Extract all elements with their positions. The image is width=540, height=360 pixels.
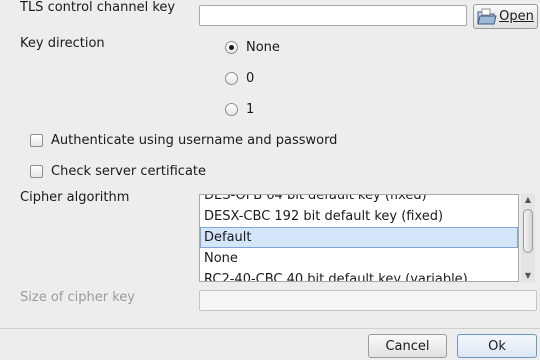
key-direction-label: Key direction: [20, 36, 105, 51]
radio-key-direction-none[interactable]: None: [225, 40, 280, 55]
footer-separator: [0, 328, 540, 329]
list-item-selected[interactable]: Default: [200, 227, 518, 248]
authenticate-checkbox[interactable]: [30, 134, 43, 147]
tls-key-input[interactable]: [199, 5, 467, 26]
authenticate-checkbox-row[interactable]: Authenticate using username and password: [30, 133, 337, 148]
ok-button-label: Ok: [488, 338, 506, 354]
radio-label-none: None: [246, 40, 280, 55]
tls-key-label: TLS control channel key: [20, 0, 176, 15]
cipher-key-size-label: Size of cipher key: [20, 290, 135, 305]
radio-button[interactable]: [225, 41, 238, 54]
open-button[interactable]: Open: [473, 4, 538, 29]
scroll-down-arrow-icon[interactable]: ▼: [523, 271, 533, 281]
scroll-thumb[interactable]: [523, 209, 533, 253]
radio-label-0: 0: [246, 71, 255, 86]
radio-dot-icon: [229, 45, 234, 50]
radio-key-direction-1[interactable]: 1: [225, 102, 254, 117]
radio-label-1: 1: [246, 102, 255, 117]
radio-button[interactable]: [225, 103, 238, 116]
cipher-list-scrollbar[interactable]: ▲ ▼: [521, 194, 535, 282]
scroll-up-arrow-icon[interactable]: ▲: [523, 195, 533, 205]
cipher-algorithm-label: Cipher algorithm: [20, 190, 130, 205]
cipher-algorithm-list[interactable]: DES-OFB 64 bit default key (fixed) DESX-…: [199, 194, 519, 282]
list-item[interactable]: RC2-40-CBC 40 bit default key (variable): [200, 269, 518, 281]
radio-button[interactable]: [225, 72, 238, 85]
list-item[interactable]: DES-OFB 64 bit default key (fixed): [200, 195, 518, 206]
server-cert-checkbox[interactable]: [30, 165, 43, 178]
ok-button[interactable]: Ok: [457, 334, 537, 358]
server-cert-label: Check server certificate: [51, 164, 207, 179]
cancel-button-label: Cancel: [385, 338, 430, 354]
folder-open-icon: [477, 8, 497, 26]
server-cert-checkbox-row[interactable]: Check server certificate: [30, 164, 206, 179]
radio-key-direction-0[interactable]: 0: [225, 71, 254, 86]
list-item[interactable]: DESX-CBC 192 bit default key (fixed): [200, 206, 518, 227]
list-item[interactable]: None: [200, 248, 518, 269]
authenticate-label: Authenticate using username and password: [51, 133, 338, 148]
cancel-button[interactable]: Cancel: [368, 334, 447, 358]
cipher-key-size-input: [199, 290, 537, 311]
open-button-label: Open: [499, 9, 534, 24]
